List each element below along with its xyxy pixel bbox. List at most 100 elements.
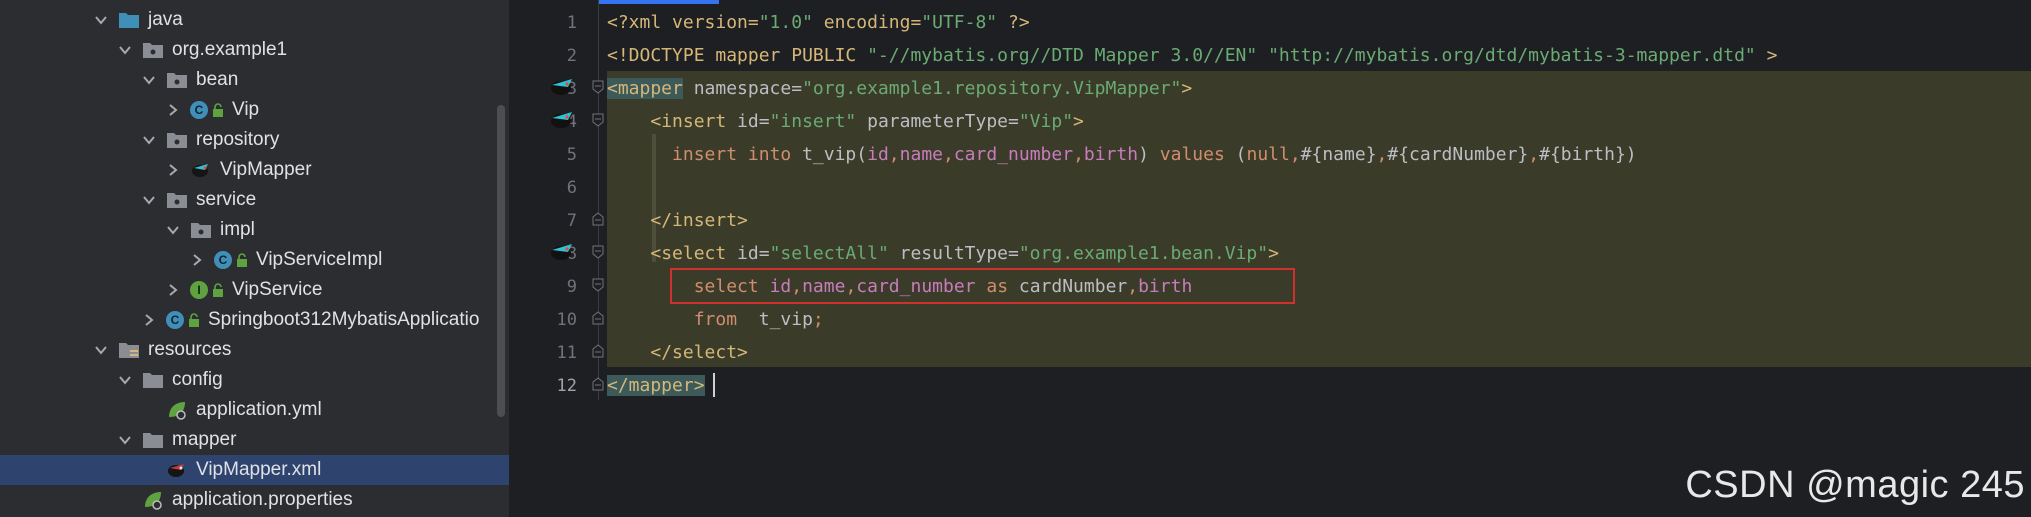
- spring-class-icon: C: [166, 311, 184, 329]
- tree-node-resources[interactable]: resources: [0, 335, 509, 365]
- tag-close: >: [1181, 78, 1193, 99]
- mybatis-bird-icon: [192, 164, 208, 177]
- tree-node-label: application.yml: [196, 399, 322, 420]
- fold-end-icon[interactable]: [592, 311, 604, 325]
- chevron-right-icon[interactable]: [190, 253, 204, 267]
- tag-close: >: [1268, 243, 1279, 264]
- chevron-down-icon[interactable]: [118, 43, 132, 57]
- tree-node-label: service: [196, 189, 257, 210]
- chevron-down-icon[interactable]: [142, 73, 156, 87]
- tree-node-vipserviceimpl[interactable]: C VipServiceImpl: [0, 245, 509, 275]
- xml-decl-end: ?>: [997, 12, 1030, 33]
- tree-node-vip[interactable]: C Vip: [0, 95, 509, 125]
- sql-null: null,: [1246, 144, 1301, 165]
- attr-value: "Vip": [1018, 111, 1074, 132]
- class-icon: C: [190, 101, 208, 119]
- gutter: 1 2 3 4 5 6 7 8 9 10 11 12: [509, 0, 599, 517]
- package-icon: [167, 73, 187, 88]
- code-line-11[interactable]: </select>: [607, 338, 748, 368]
- chevron-down-icon[interactable]: [118, 373, 132, 387]
- chevron-down-icon[interactable]: [94, 343, 108, 357]
- fold-end-icon[interactable]: [592, 344, 604, 358]
- tree-node-java[interactable]: java: [0, 5, 509, 35]
- chevron-down-icon[interactable]: [166, 223, 180, 237]
- spring-leaf-icon: [169, 402, 186, 420]
- package-icon: [191, 223, 211, 238]
- fold-icon[interactable]: [592, 245, 604, 259]
- attr-value: "selectAll": [769, 243, 889, 264]
- sql-comma: ,: [888, 144, 900, 165]
- attr-value: "1.0": [758, 12, 813, 33]
- code-line-3[interactable]: <mapper namespace="org.example1.reposito…: [607, 74, 1192, 104]
- chevron-right-icon[interactable]: [166, 283, 180, 297]
- fold-guide: [598, 0, 599, 400]
- attr-name: parameterType=: [856, 111, 1019, 132]
- sql-table: t_vip: [737, 309, 813, 330]
- source-folder-icon: [119, 13, 139, 28]
- tree-node-label: resources: [148, 339, 232, 360]
- tree-node-label: Springboot312MybatisApplicatio: [208, 309, 480, 330]
- tree-node-springboot-application[interactable]: C Springboot312MybatisApplicatio: [0, 305, 509, 335]
- fold-end-icon[interactable]: [592, 377, 604, 391]
- mybatis-navigate-icon[interactable]: [548, 74, 576, 98]
- fold-icon[interactable]: [592, 80, 604, 94]
- chevron-down-icon[interactable]: [142, 133, 156, 147]
- sql-table: t_vip(: [802, 144, 868, 165]
- tree-node-service[interactable]: service: [0, 185, 509, 215]
- attr-name: encoding=: [812, 12, 922, 33]
- chevron-right-icon[interactable]: [166, 163, 180, 177]
- code-line-2[interactable]: <!DOCTYPE mapper PUBLIC "-//mybatis.org/…: [607, 41, 1777, 71]
- doctype-end: >: [1755, 45, 1778, 66]
- tree-node-repository[interactable]: repository: [0, 125, 509, 155]
- mybatis-navigate-icon[interactable]: [548, 239, 576, 263]
- chevron-down-icon[interactable]: [142, 193, 156, 207]
- attr-value: "org.example1.repository.VipMapper": [802, 78, 1182, 99]
- line-number: 11: [556, 343, 577, 363]
- code-line-10[interactable]: from t_vip;: [607, 305, 824, 335]
- chevron-right-icon[interactable]: [142, 313, 156, 327]
- tree-node-application-yml[interactable]: application.yml: [0, 395, 509, 425]
- code-line-12[interactable]: </mapper>: [607, 371, 705, 401]
- sql-keyword: values: [1159, 144, 1236, 165]
- sql-column: birth: [1083, 144, 1139, 165]
- code-line-7[interactable]: </insert>: [607, 206, 748, 236]
- chevron-right-icon[interactable]: [166, 103, 180, 117]
- tag-close: >: [1073, 111, 1084, 132]
- tree-node-impl[interactable]: impl: [0, 215, 509, 245]
- tree-scrollbar[interactable]: [497, 105, 505, 417]
- attr-name: resultType=: [888, 243, 1019, 264]
- tree-node-label: impl: [220, 219, 255, 240]
- fold-icon[interactable]: [592, 113, 604, 127]
- mybatis-navigate-icon[interactable]: [548, 107, 576, 131]
- tree-node-vipmapper-xml[interactable]: VipMapper.xml: [0, 455, 509, 485]
- code-line-5[interactable]: insert into t_vip(id,name,card_number,bi…: [607, 140, 1637, 170]
- tree-node-config[interactable]: config: [0, 365, 509, 395]
- line-number: 2: [566, 46, 577, 66]
- chevron-down-icon[interactable]: [94, 13, 108, 27]
- tree-node-label: VipMapper.xml: [196, 459, 322, 480]
- chevron-down-icon[interactable]: [118, 433, 132, 447]
- class-icon: C: [214, 251, 232, 269]
- sql-comma: ,: [943, 144, 954, 165]
- tree-node-label: VipServiceImpl: [256, 249, 383, 270]
- tree-node-vipmapper[interactable]: VipMapper: [0, 155, 509, 185]
- project-tree: java org.example1 bean C Vip repository …: [0, 0, 509, 517]
- mybatis-xml-icon: [168, 464, 184, 477]
- tree-node-label: Vip: [232, 99, 260, 120]
- tree-node-application-properties[interactable]: application.properties: [0, 485, 509, 515]
- sql-param: #{name}: [1300, 144, 1377, 165]
- code-line-8[interactable]: <select id="selectAll" resultType="org.e…: [607, 239, 1279, 269]
- fold-icon[interactable]: [592, 278, 604, 292]
- lock-icon: [189, 313, 199, 327]
- line-number: 5: [566, 145, 577, 165]
- tree-node-vipservice[interactable]: I VipService: [0, 275, 509, 305]
- code-line-4[interactable]: <insert id="insert" parameterType="Vip">: [607, 107, 1084, 137]
- tree-node-bean[interactable]: bean: [0, 65, 509, 95]
- code-line-1[interactable]: <?xml version="1.0" encoding="UTF-8" ?>: [607, 8, 1030, 38]
- tree-node-mapper[interactable]: mapper: [0, 425, 509, 455]
- code-editor[interactable]: 1 2 3 4 5 6 7 8 9 10 11 12 <?xml version…: [509, 0, 2031, 517]
- sql-comma: ,: [1376, 144, 1388, 165]
- fold-end-icon[interactable]: [592, 212, 604, 226]
- tree-node-org-example1[interactable]: org.example1: [0, 35, 509, 65]
